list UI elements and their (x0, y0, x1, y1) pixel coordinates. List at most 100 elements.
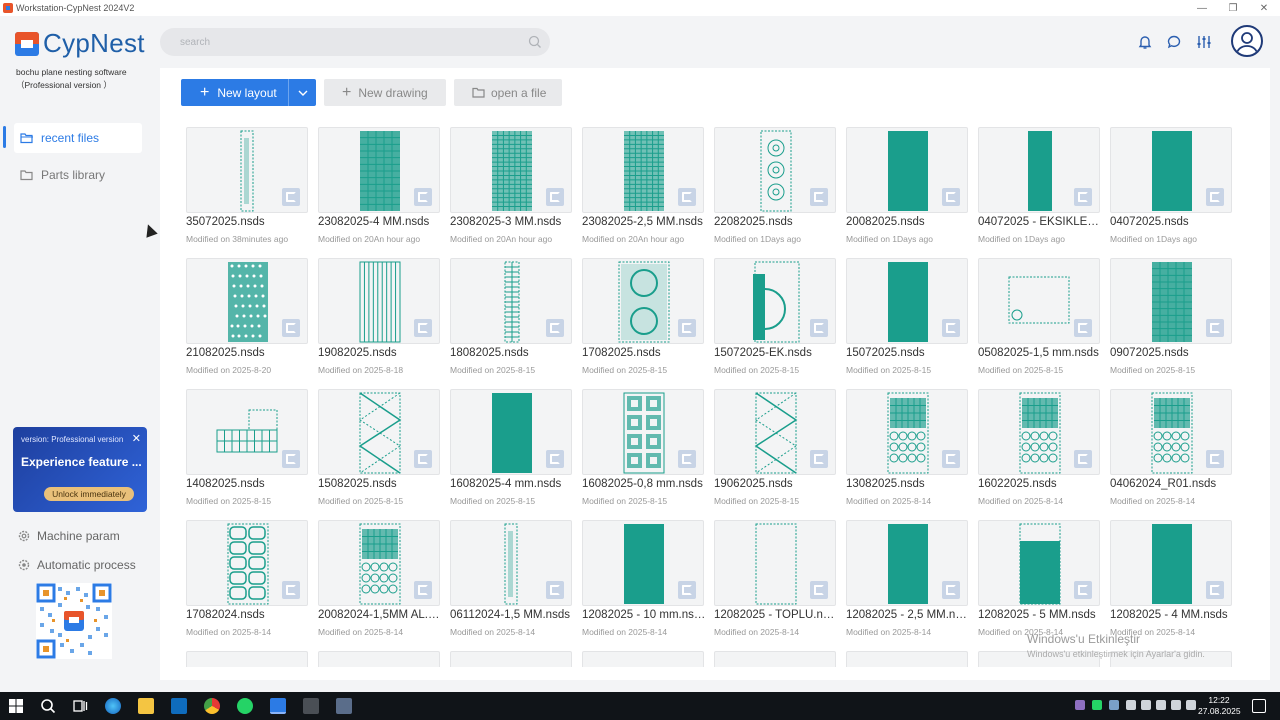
file-card[interactable]: 18082025.nsds Modified on 2025-8-15 (450, 258, 572, 380)
file-card[interactable]: 04062024_R01.nsds Modified on 2025-8-14 (1110, 389, 1232, 511)
file-name[interactable]: 15072025.nsds (846, 347, 970, 359)
file-thumbnail[interactable] (450, 389, 572, 475)
file-thumbnail[interactable] (846, 389, 968, 475)
file-name[interactable]: 12082025 - TOPLU.nsds (714, 609, 838, 621)
file-name[interactable]: 20082024-1,5MM AL.nsds (318, 609, 442, 621)
tray-app-icon[interactable] (1109, 700, 1119, 710)
file-card[interactable]: 22082025.nsds Modified on 1Days ago (714, 127, 836, 249)
file-name[interactable]: 16022025.nsds (978, 478, 1102, 490)
file-name[interactable]: 19062025.nsds (714, 478, 838, 490)
file-card[interactable]: 04072025 - EKSİKLER.nsds Modified on 1Day… (978, 127, 1102, 249)
tray-chevron-icon[interactable] (1141, 700, 1151, 710)
unlock-button[interactable]: Unlock immediately (44, 487, 134, 501)
file-card-partial[interactable] (846, 651, 968, 667)
file-name[interactable]: 14082025.nsds (186, 478, 310, 490)
file-name[interactable]: 09072025.nsds (1110, 347, 1234, 359)
file-thumbnail[interactable] (450, 520, 572, 606)
file-card[interactable]: 17082024.nsds Modified on 2025-8-14 (186, 520, 308, 642)
file-thumbnail[interactable] (846, 258, 968, 344)
file-card[interactable]: 12082025 - 5 MM.nsds Modified on 2025-8-1… (978, 520, 1100, 642)
file-name[interactable]: 23082025-4 MM.nsds (318, 216, 442, 228)
file-thumbnail[interactable] (186, 127, 308, 213)
file-name[interactable]: 17082024.nsds (186, 609, 310, 621)
file-name[interactable]: 23082025-3 MM.nsds (450, 216, 574, 228)
file-thumbnail[interactable] (1110, 389, 1232, 475)
restore-button[interactable]: ❐ (1217, 0, 1249, 16)
file-name[interactable]: 13082025.nsds (846, 478, 970, 490)
app-taskbar-icon[interactable] (336, 698, 352, 714)
file-thumbnail[interactable] (582, 389, 704, 475)
open-file-button[interactable]: open a file (454, 79, 562, 106)
file-card[interactable]: 20082025.nsds Modified on 1Days ago (846, 127, 968, 249)
windows-start-icon[interactable] (8, 698, 24, 714)
file-card[interactable]: 35072025.nsds Modified on 38minutes ago (186, 127, 308, 249)
file-thumbnail[interactable] (186, 389, 308, 475)
whatsapp-icon[interactable] (237, 698, 253, 714)
file-card-partial[interactable] (714, 651, 836, 667)
new-layout-button[interactable]: + New layout (181, 79, 316, 106)
file-card[interactable]: 16082025-0,8 mm.nsds Modified on 2025-8-1… (582, 389, 704, 511)
file-thumbnail[interactable] (714, 520, 836, 606)
file-thumbnail[interactable] (318, 258, 440, 344)
tray-app-icon[interactable] (1126, 700, 1136, 710)
file-card[interactable]: 15072025-EK.nsds Modified on 2025-8-15 (714, 258, 836, 380)
file-thumbnail[interactable] (582, 258, 704, 344)
file-card[interactable]: 05082025-1,5 mm.nsds Modified on 2025-8-1… (978, 258, 1100, 380)
file-card[interactable]: 13082025.nsds Modified on 2025-8-14 (846, 389, 968, 511)
file-thumbnail[interactable] (978, 258, 1100, 344)
shield-icon[interactable] (303, 698, 319, 714)
chevron-down-icon[interactable] (289, 79, 316, 106)
machine-param-link[interactable]: Machine param (17, 529, 120, 543)
file-card[interactable]: 16022025.nsds Modified on 2025-8-14 (978, 389, 1100, 511)
file-thumbnail[interactable] (450, 258, 572, 344)
file-thumbnail[interactable] (846, 520, 968, 606)
network-icon[interactable] (1156, 700, 1166, 710)
chrome-icon[interactable] (204, 698, 220, 714)
minimize-button[interactable]: — (1186, 0, 1218, 16)
file-card[interactable]: 04072025.nsds Modified on 1Days ago (1110, 127, 1232, 249)
file-thumbnail[interactable] (1110, 258, 1232, 344)
file-card[interactable]: 12082025 - TOPLU.nsds Modified on 2025-8-… (714, 520, 838, 642)
file-name[interactable]: 12082025 - 2,5 MM.nsds (846, 609, 970, 621)
file-thumbnail[interactable] (714, 389, 836, 475)
file-card-partial[interactable] (450, 651, 572, 667)
file-card[interactable]: 23082025-4 MM.nsds Modified on 20An hour … (318, 127, 440, 249)
file-thumbnail[interactable] (582, 127, 704, 213)
file-card[interactable]: 15072025.nsds Modified on 2025-8-15 (846, 258, 968, 380)
notifications-icon[interactable] (1252, 699, 1266, 713)
file-name[interactable]: 16082025-0,8 mm.nsds (582, 478, 706, 490)
file-thumbnail[interactable] (978, 520, 1100, 606)
file-name[interactable]: 04072025.nsds (1110, 216, 1234, 228)
file-name[interactable]: 05082025-1,5 mm.nsds (978, 347, 1102, 359)
file-name[interactable]: 04072025 - EKSİKLER.nsds (978, 216, 1102, 228)
file-thumbnail[interactable] (186, 520, 308, 606)
file-name[interactable]: 04062024_R01.nsds (1110, 478, 1234, 490)
file-thumbnail[interactable] (1110, 127, 1232, 213)
file-card[interactable]: 12082025 - 10 mm.nsds Modified on 2025-8-… (582, 520, 706, 642)
search-icon[interactable] (528, 35, 542, 54)
file-thumbnail[interactable] (846, 127, 968, 213)
file-name[interactable]: 23082025-2,5 MM.nsds (582, 216, 706, 228)
file-card[interactable]: 23082025-3 MM.nsds Modified on 20An hour … (450, 127, 572, 249)
bell-icon[interactable] (1137, 34, 1153, 50)
volume-icon[interactable] (1171, 700, 1181, 710)
file-name[interactable]: 06112024-1,5 MM.nsds (450, 609, 574, 621)
file-name[interactable]: 21082025.nsds (186, 347, 310, 359)
file-thumbnail[interactable] (714, 258, 836, 344)
task-view-icon[interactable] (72, 698, 88, 714)
file-card[interactable]: 16082025-4 mm.nsds Modified on 2025-8-15 (450, 389, 572, 511)
search-bar[interactable] (160, 28, 550, 56)
file-name[interactable]: 17082025.nsds (582, 347, 706, 359)
file-card[interactable]: 23082025-2,5 MM.nsds Modified on 20An hou… (582, 127, 704, 249)
file-card-partial[interactable] (318, 651, 440, 667)
new-drawing-button[interactable]: + New drawing (324, 79, 446, 106)
tray-app-icon[interactable] (1075, 700, 1085, 710)
file-thumbnail[interactable] (978, 127, 1100, 213)
file-card-partial[interactable] (582, 651, 704, 667)
file-thumbnail[interactable] (582, 520, 704, 606)
file-name[interactable]: 12082025 - 4 MM.nsds (1110, 609, 1234, 621)
file-card[interactable]: 17082025.nsds Modified on 2025-8-15 (582, 258, 704, 380)
close-icon[interactable]: ✕ (132, 432, 141, 445)
nav-parts-library[interactable]: Parts library (14, 160, 142, 190)
file-card[interactable]: 21082025.nsds Modified on 2025-8-20 (186, 258, 308, 380)
